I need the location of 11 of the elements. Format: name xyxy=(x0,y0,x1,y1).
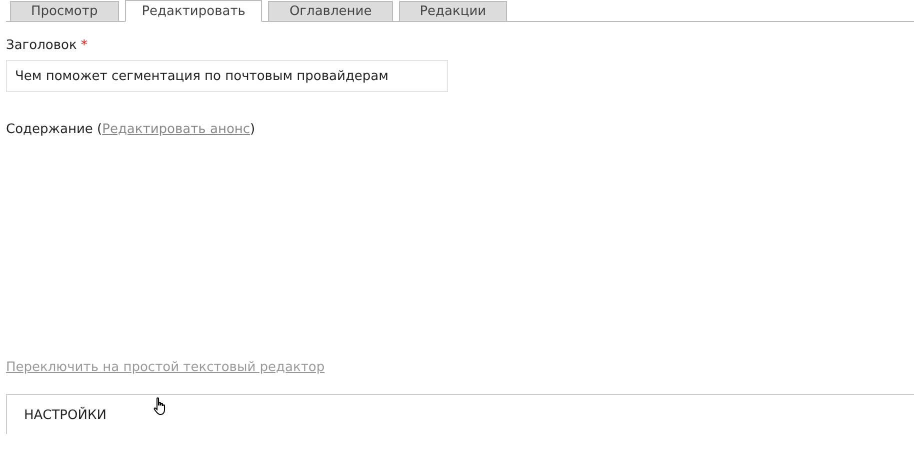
required-mark: * xyxy=(80,38,88,53)
tab[interactable]: Редактировать xyxy=(124,0,262,22)
tab[interactable]: Редакции xyxy=(398,1,508,21)
tab[interactable]: Просмотр xyxy=(10,1,119,21)
tab[interactable]: Оглавление xyxy=(268,1,393,21)
content-label: Содержание (Редактировать анонс) xyxy=(6,122,256,137)
edit-summary-link[interactable]: Редактировать анонс xyxy=(102,122,250,137)
title-field[interactable]: Чем поможет сегментация по почтовым провайдерам xyxy=(6,60,448,92)
settings-title: НАСТРОЙКИ xyxy=(24,408,106,423)
field-label: Заголовок xyxy=(6,38,77,53)
hand-cursor-icon xyxy=(152,397,168,416)
